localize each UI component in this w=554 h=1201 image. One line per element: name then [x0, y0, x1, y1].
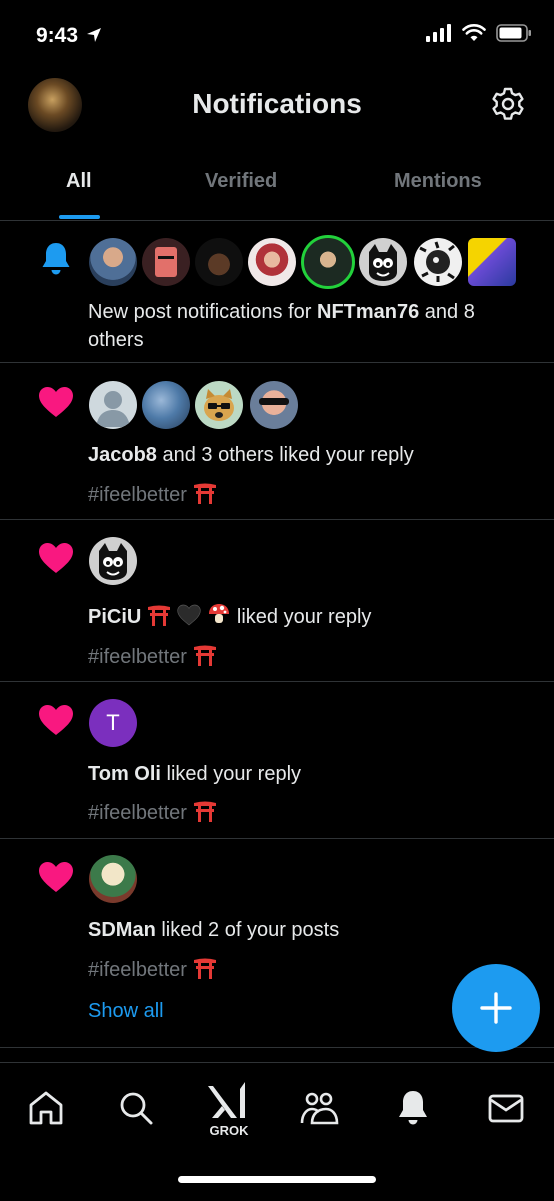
page-title: Notifications: [192, 88, 362, 119]
cat-avatar-icon: [99, 543, 127, 580]
pattern-avatar-icon: [419, 241, 455, 282]
home-icon[interactable]: [26, 1088, 66, 1128]
user-name: Tom Oli: [88, 763, 161, 785]
hashtag[interactable]: #ifeelbetter: [88, 800, 217, 825]
row-divider: [0, 519, 554, 520]
home-indicator: [178, 1176, 376, 1183]
notification-text: PiCiU liked your reply: [88, 602, 371, 631]
torii-gate-icon: [193, 801, 216, 822]
location-arrow-icon: [86, 28, 101, 42]
notifications-bell-icon[interactable]: [393, 1088, 433, 1128]
mushroom-icon: [209, 604, 230, 623]
tab-mentions[interactable]: Mentions: [394, 170, 482, 193]
tabs-divider: [0, 220, 554, 221]
torii-gate-icon: [193, 483, 216, 504]
status-icons: [426, 24, 532, 42]
avatar[interactable]: [195, 381, 243, 429]
cellular-signal-icon: [426, 24, 451, 42]
row-divider: [0, 681, 554, 682]
torii-gate-icon: [193, 645, 216, 666]
messages-icon[interactable]: [486, 1088, 526, 1128]
avatar[interactable]: [195, 238, 243, 286]
row-divider: [0, 362, 554, 363]
grok-tab[interactable]: GROK: [206, 1080, 252, 1138]
avatar[interactable]: [142, 381, 190, 429]
notification-text: New post notifications for NFTman76 and …: [88, 301, 475, 351]
bell-icon: [42, 243, 70, 275]
avatar[interactable]: [89, 537, 137, 585]
torii-gate-icon: [193, 958, 216, 979]
compose-post-button[interactable]: [452, 964, 540, 1052]
user-name: PiCiU: [88, 606, 142, 628]
show-all-link[interactable]: Show all: [88, 1000, 164, 1023]
doge-avatar-icon: [204, 389, 234, 421]
avatar[interactable]: [359, 238, 407, 286]
avatar[interactable]: [248, 238, 296, 286]
heart-icon: [39, 543, 73, 573]
settings-gear-icon[interactable]: [490, 86, 526, 122]
avatar-nft[interactable]: [468, 238, 516, 286]
hashtag[interactable]: #ifeelbetter: [88, 644, 217, 669]
grok-label: GROK: [209, 1123, 249, 1138]
tab-all[interactable]: All: [66, 170, 92, 193]
avatar-letter[interactable]: T: [89, 699, 137, 747]
avatar[interactable]: [414, 238, 462, 286]
user-name: NFTman76: [317, 301, 420, 323]
wifi-icon: [462, 24, 486, 41]
avatar[interactable]: [89, 855, 137, 903]
default-user-icon: [96, 391, 130, 427]
heart-icon: [39, 387, 73, 417]
battery-icon: [496, 24, 531, 42]
status-time: 9:43: [36, 24, 102, 48]
tab-verified[interactable]: Verified: [205, 170, 277, 193]
notification-text: Jacob8 and 3 others liked your reply: [88, 444, 414, 466]
grok-icon: [208, 1082, 245, 1118]
avatar[interactable]: [142, 238, 190, 286]
active-tab-indicator: [59, 215, 100, 219]
notification-text: SDMan liked 2 of your posts: [88, 919, 340, 941]
avatar[interactable]: [89, 238, 137, 286]
avatar[interactable]: [301, 235, 355, 289]
avatar[interactable]: [89, 381, 137, 429]
heart-icon: [39, 705, 73, 735]
communities-icon[interactable]: [299, 1088, 339, 1128]
search-icon[interactable]: [116, 1088, 156, 1128]
hashtag[interactable]: #ifeelbetter: [88, 957, 217, 982]
avatar[interactable]: [250, 381, 298, 429]
black-heart-icon: [177, 604, 202, 626]
hashtag[interactable]: #ifeelbetter: [88, 482, 217, 507]
row-divider: [0, 838, 554, 839]
user-name: Jacob8: [88, 444, 157, 466]
heart-icon: [39, 862, 73, 892]
notification-text: Tom Oli liked your reply: [88, 763, 302, 785]
plus-icon: [480, 992, 512, 1024]
torii-gate-icon: [148, 605, 171, 626]
cat-avatar-icon: [369, 244, 397, 281]
user-name: SDMan: [88, 919, 156, 941]
